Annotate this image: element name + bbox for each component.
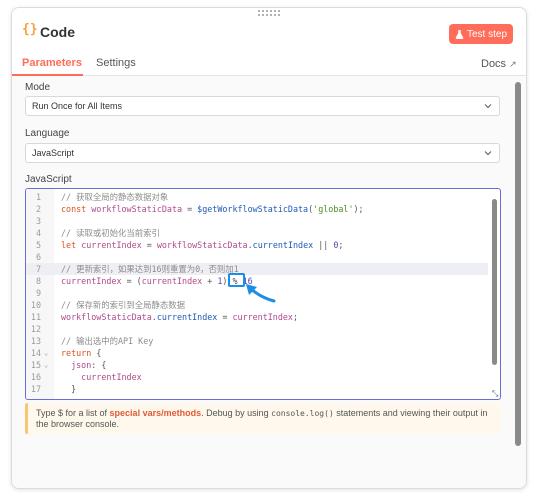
code-text: return { [61,348,102,358]
code-line[interactable]: 4 // 读取或初始化当前索引 [26,227,488,239]
panel-scrollbar-thumb[interactable] [515,82,521,446]
line-number: 12 [30,324,41,334]
drag-handle-icon[interactable] [258,10,280,16]
line-number: 3 [35,216,41,226]
code-text: // 获取全局的静态数据对象 [61,192,169,202]
code-text: let currentIndex = workflowStaticData.cu… [61,240,344,250]
line-number: 10 [30,300,41,310]
resize-icon[interactable]: ⤡ [492,389,498,399]
line-number: 15 [30,360,41,370]
fold-chevron-icon[interactable]: ⌄ [44,359,48,371]
chevron-down-icon [484,104,492,109]
mode-select[interactable]: Run Once for All Items [25,96,500,116]
test-step-label: Test step [466,28,508,40]
code-text: workflowStaticData.currentIndex = curren… [61,312,299,322]
code-line[interactable]: 7 // 更新索引，如果达到16则重置为0，否则加1 [26,263,488,275]
language-label: Language [25,128,70,139]
code-line[interactable]: 1 // 获取全局的静态数据对象 [26,191,488,203]
code-line[interactable]: 2 const workflowStaticData = $getWorkflow… [26,203,488,215]
special-vars-link[interactable]: special vars/methods [110,408,202,418]
notice-text-2: . Debug by using [201,408,272,418]
code-line[interactable]: 6 [26,251,488,263]
mode-label: Mode [25,82,51,93]
line-number: 14 [30,348,41,358]
line-number: 13 [30,336,41,346]
code-line[interactable]: 16 currentIndex [26,371,488,383]
code-text: currentIndex = (currentIndex + 1) % 16 [61,276,253,286]
code-text: // 读取或初始化当前索引 [61,228,160,238]
hint-notice: Type $ for a list of special vars/method… [25,403,501,434]
node-panel: {} Code Test step Parameters Settings Do… [11,7,527,489]
code-text: currentIndex [81,372,142,382]
console-log-code: console.log() [271,409,334,418]
mode-value: Run Once for All Items [32,101,123,111]
tab-bar: Parameters Settings Docs ↗ [12,52,526,76]
code-line[interactable]: 15 ⌄ json: { [26,359,488,371]
annotation-arrow-icon [246,284,276,303]
active-tab-indicator [12,74,83,76]
editor-label: JavaScript [25,174,72,185]
code-text: // 保存新的索引到全局静态数据 [61,300,186,310]
notice-text-1: Type $ for a list of [36,408,110,418]
code-editor[interactable]: 1 // 获取全局的静态数据对象 2 const workflowStaticData… [25,188,501,400]
code-line[interactable]: 11 workflowStaticData.currentIndex = curr… [26,311,488,323]
line-number: 8 [35,276,41,286]
line-number: 9 [35,288,41,298]
chevron-down-icon [484,151,492,156]
code-text: const workflowStaticData = $getWorkflowS… [61,204,364,214]
code-text: } [71,384,77,394]
panel-header: {} Code Test step [12,8,526,52]
line-number: 11 [30,312,41,322]
line-number: 2 [35,204,41,214]
language-value: JavaScript [32,148,75,158]
line-number: 7 [35,264,41,274]
code-line[interactable]: 17 } [26,383,488,395]
language-select[interactable]: JavaScript [25,143,500,163]
line-number: 4 [35,228,41,238]
docs-label: Docs [481,58,507,70]
code-braces-icon: {} [22,22,38,37]
external-link-icon: ↗ [509,58,517,69]
code-text: json: { [71,360,107,370]
screenshot-root: {} Code Test step Parameters Settings Do… [0,0,536,500]
fold-chevron-icon[interactable]: ⌄ [44,347,48,359]
code-line[interactable]: 13 // 输出选中的API Key [26,335,488,347]
line-number: 5 [35,240,41,250]
code-line[interactable]: 14 ⌄ return { [26,347,488,359]
code-line[interactable]: 5 let currentIndex = workflowStaticData.c… [26,239,488,251]
docs-link[interactable]: Docs ↗ [481,58,517,70]
panel-scrollbar[interactable] [514,82,522,446]
test-step-button[interactable]: Test step [449,24,513,44]
line-number: 1 [35,192,41,202]
line-number: 17 [30,384,41,394]
flask-icon [455,29,464,39]
code-line[interactable]: 12 [26,323,488,335]
code-text: // 更新索引，如果达到16则重置为0，否则加1 [61,264,239,274]
line-number: 16 [30,372,41,382]
line-number: 6 [35,252,41,262]
node-title[interactable]: Code [40,24,75,40]
highlight-box [228,273,245,287]
code-line[interactable]: 3 [26,215,488,227]
tab-settings[interactable]: Settings [96,57,136,69]
tab-parameters[interactable]: Parameters [22,57,82,69]
code-text: // 输出选中的API Key [61,336,154,346]
editor-scrollbar[interactable] [492,199,497,365]
